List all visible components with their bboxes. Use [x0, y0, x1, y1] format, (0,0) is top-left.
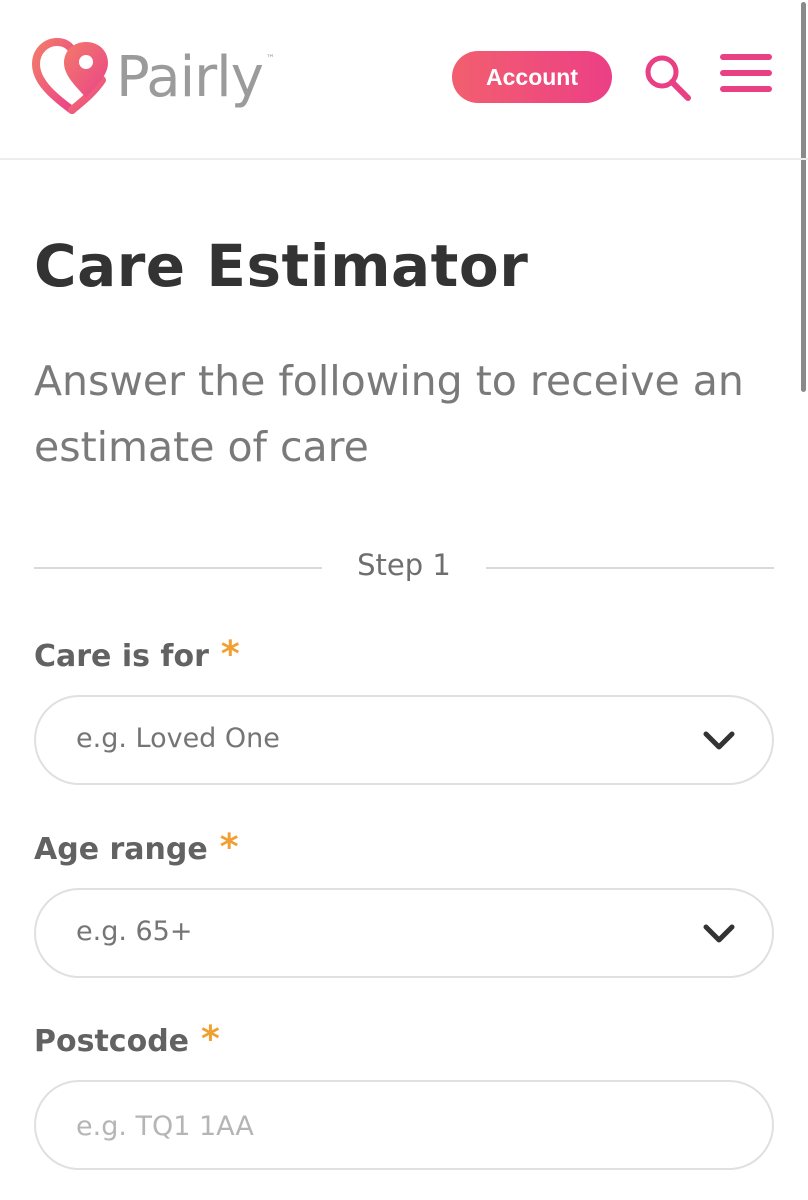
required-marker: *	[201, 1019, 220, 1060]
pairly-logo[interactable]: Pairly ™	[32, 38, 275, 118]
search-button[interactable]	[640, 50, 696, 106]
age-range-select[interactable]: e.g. 65+	[34, 888, 774, 978]
page-subtitle: Answer the following to receive an estim…	[34, 357, 744, 471]
care-for-label-text: Care is for	[34, 639, 209, 674]
page-title: Care Estimator	[34, 232, 529, 300]
chevron-down-icon	[703, 731, 735, 750]
search-icon	[645, 55, 691, 101]
required-marker: *	[219, 827, 239, 868]
postcode-label: Postcode *	[34, 1019, 220, 1060]
postcode-input[interactable]	[76, 1104, 716, 1148]
trademark-mark: ™	[265, 54, 275, 64]
site-header: Pairly ™ Account	[0, 0, 808, 160]
menu-icon	[720, 54, 776, 92]
divider-line-right	[486, 567, 774, 569]
brand-name: Pairly	[116, 45, 264, 110]
required-marker: *	[220, 634, 240, 675]
postcode-field[interactable]	[34, 1080, 774, 1170]
age-range-label-text: Age range	[34, 832, 208, 867]
account-button[interactable]: Account	[452, 51, 612, 103]
postcode-label-text: Postcode	[34, 1024, 190, 1059]
care-for-placeholder: e.g. Loved One	[76, 723, 280, 754]
age-range-placeholder: e.g. 65+	[76, 916, 193, 947]
age-range-label: Age range *	[34, 827, 239, 868]
menu-button[interactable]	[720, 54, 776, 100]
pairly-logo-icon	[32, 38, 108, 114]
care-for-label: Care is for *	[34, 634, 240, 675]
step-divider: Step 1	[34, 548, 774, 588]
chevron-down-icon	[703, 924, 735, 943]
care-for-select[interactable]: e.g. Loved One	[34, 695, 774, 785]
step-label: Step 1	[357, 548, 451, 582]
